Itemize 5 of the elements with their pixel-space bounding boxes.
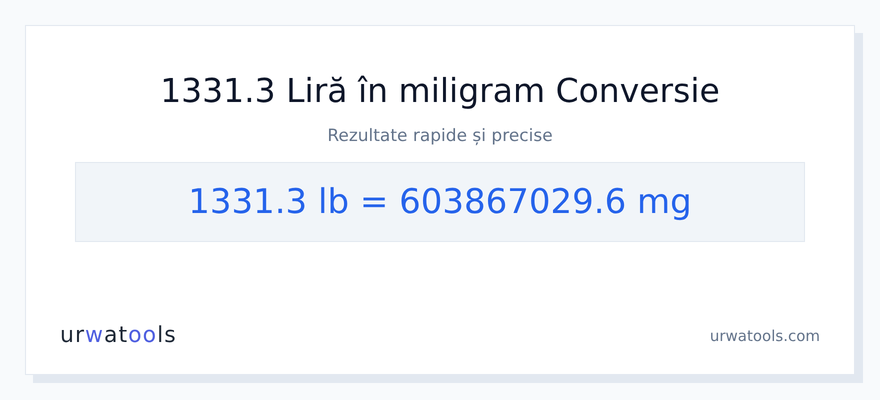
conversion-result: 1331.3 lb = 603867029.6 mg	[188, 182, 692, 222]
logo: urwatools	[60, 323, 177, 348]
page-title: 1331.3 Liră în miligram Conversie	[160, 70, 720, 112]
subtitle: Rezultate rapide și precise	[327, 125, 553, 148]
site-url: urwatools.com	[710, 326, 820, 344]
